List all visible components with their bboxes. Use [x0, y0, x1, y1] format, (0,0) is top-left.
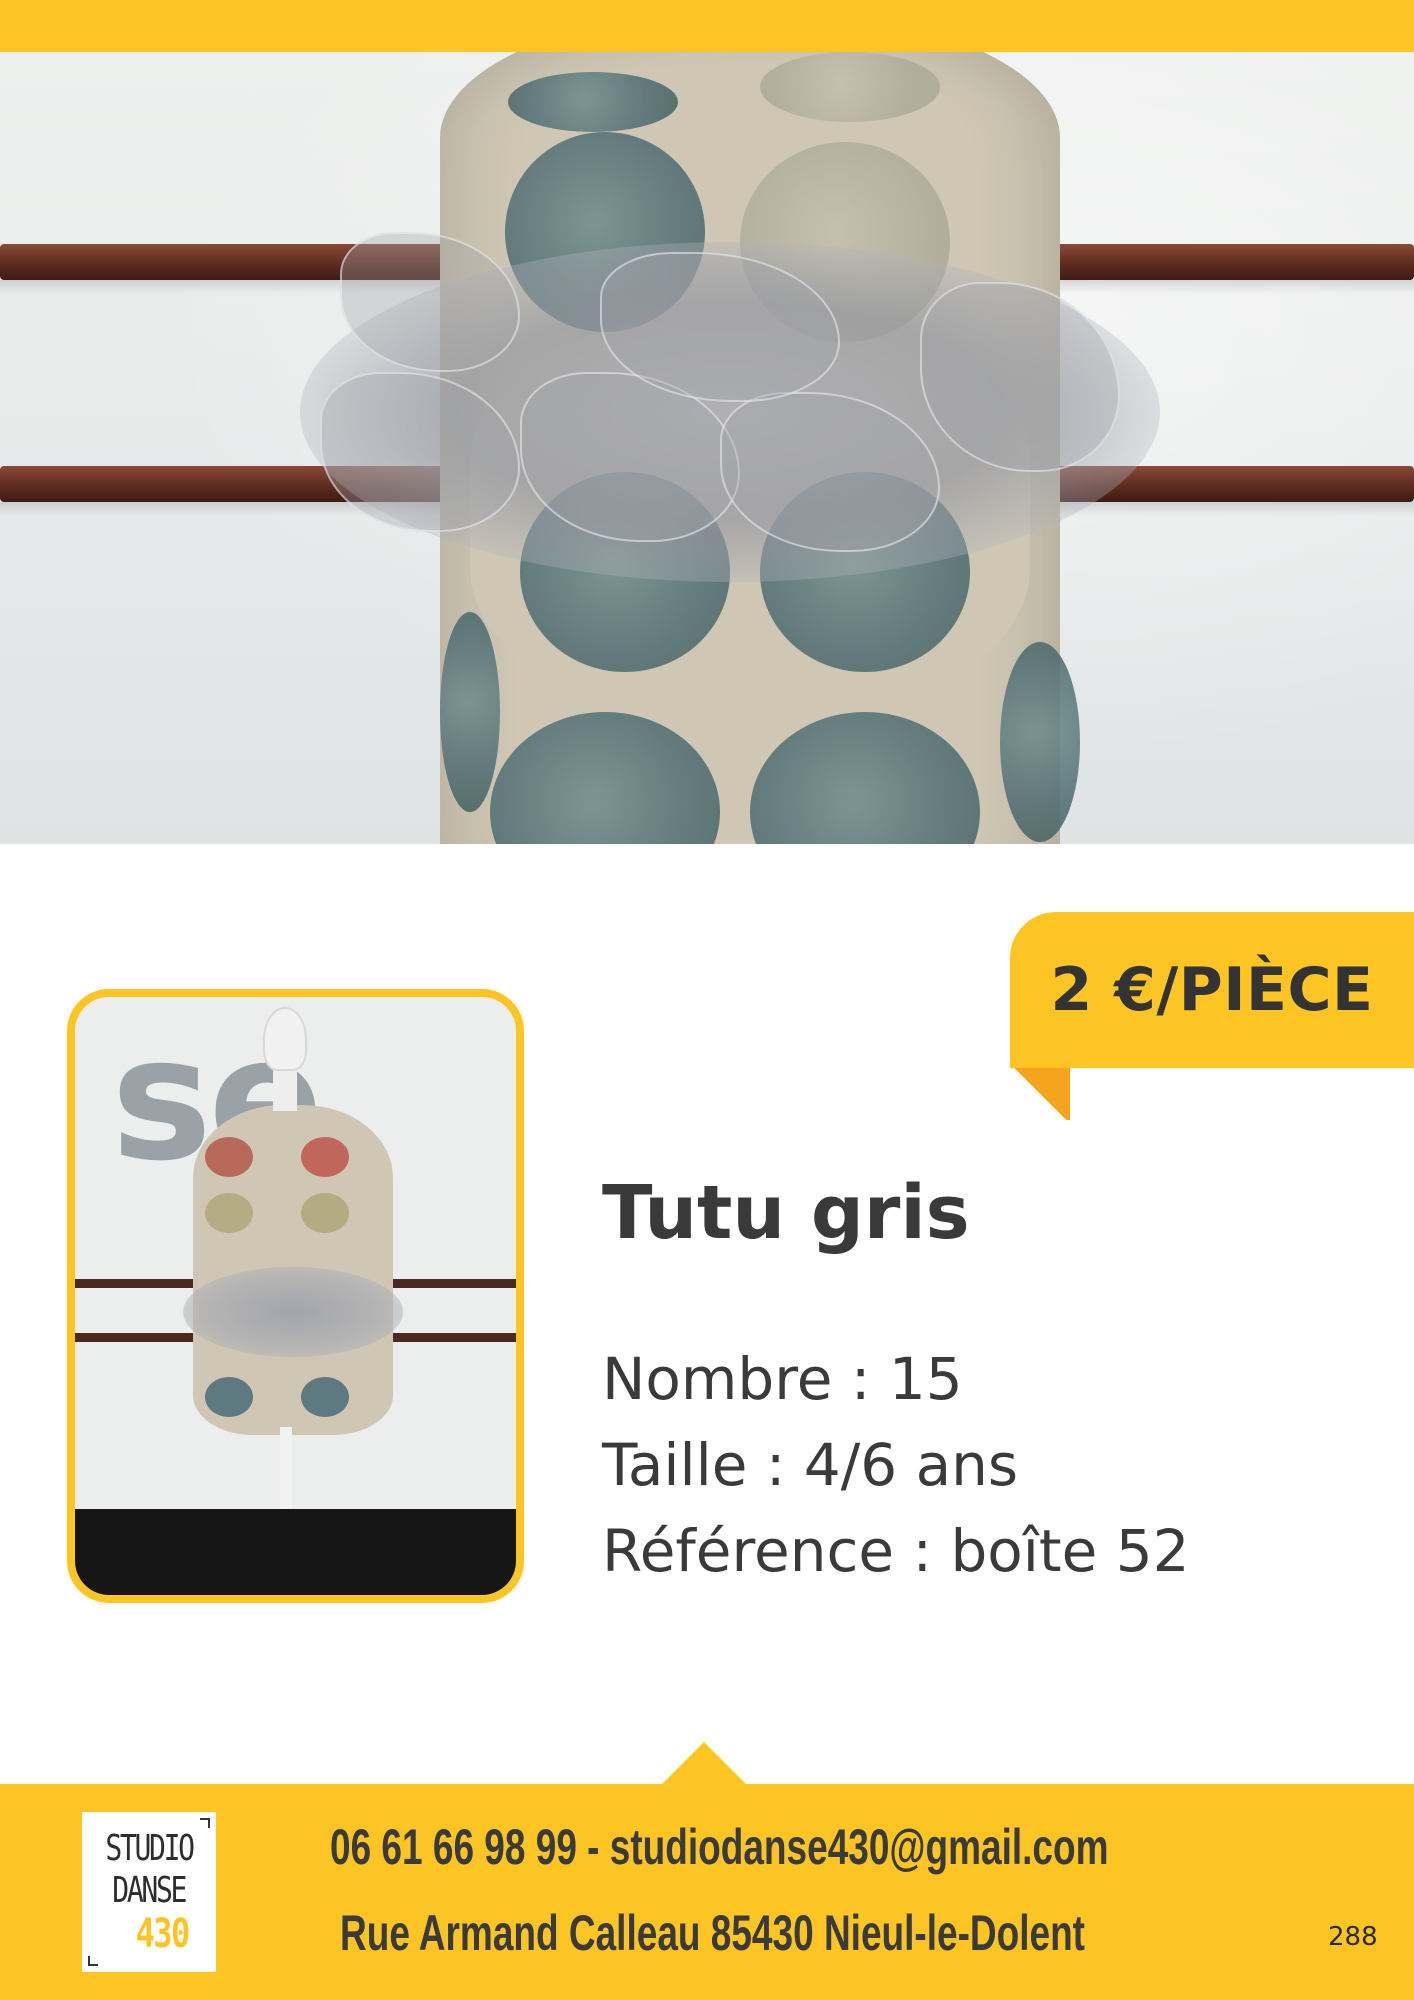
- price-tag-fold: [1010, 1068, 1070, 1120]
- studio-logo: STUDIO DANSE 430: [82, 1812, 216, 1972]
- thumb-tutu: [183, 1267, 403, 1357]
- fabric-dot: [205, 1193, 253, 1233]
- fabric-dot: [205, 1377, 253, 1417]
- product-title: Tutu gris: [602, 1170, 970, 1256]
- fabric-dot: [760, 52, 940, 122]
- logo-line-studio: STUDIO: [105, 1828, 195, 1869]
- fabric-dot: [508, 72, 678, 132]
- thumb-neck: [273, 1065, 297, 1111]
- product-reference: Référence : boîte 52: [602, 1517, 1190, 1585]
- thumb-stand-pole: [280, 1427, 292, 1517]
- logo-line-430: 430: [135, 1911, 191, 1957]
- thumb-floor: [75, 1509, 516, 1595]
- fabric-dot: [1000, 642, 1080, 842]
- price-tag: 2 €/PIÈCE: [1010, 912, 1414, 1068]
- fabric-dot: [301, 1137, 349, 1177]
- fabric-dot: [301, 1193, 349, 1233]
- top-accent-bar: [0, 0, 1414, 52]
- footer-notch: [660, 1742, 748, 1786]
- fabric-dot: [440, 612, 500, 812]
- hero-photo: [0, 52, 1414, 844]
- logo-line-danse: DANSE: [112, 1870, 188, 1911]
- product-count: Nombre : 15: [602, 1345, 963, 1413]
- price-label: 2 €/PIÈCE: [1050, 955, 1374, 1025]
- fabric-dot: [205, 1137, 253, 1177]
- fabric-dot: [301, 1377, 349, 1417]
- product-details: Nombre : 15 Taille : 4/6 ans Référence :…: [602, 1336, 1190, 1594]
- thumb-finial: [265, 1009, 305, 1069]
- postal-address: Rue Armand Calleau 85430 Nieul-le-Dolent: [340, 1905, 1086, 1961]
- logo-corner: [88, 1956, 98, 1966]
- contact-info: 06 61 66 98 99 - studiodanse430@gmail.co…: [330, 1819, 1109, 1875]
- product-size: Taille : 4/6 ans: [602, 1431, 1019, 1499]
- product-thumbnail: se: [67, 989, 524, 1603]
- logo-corner: [200, 1818, 210, 1828]
- page-number: 288: [1328, 1922, 1378, 1952]
